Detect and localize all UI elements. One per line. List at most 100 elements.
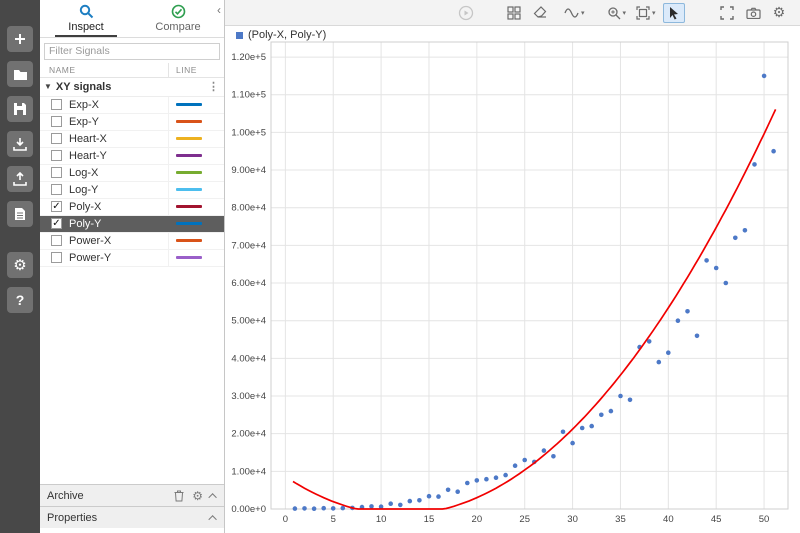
chart-legend: (Poly-X, Poly-Y) xyxy=(236,29,326,41)
trash-icon[interactable] xyxy=(174,490,184,502)
signal-row-exp-x[interactable]: Exp-X xyxy=(40,96,224,114)
check-circle-icon xyxy=(171,4,185,19)
signal-row-heart-x[interactable]: Heart-X xyxy=(40,130,224,148)
layout-grid-icon xyxy=(507,5,521,20)
signal-name: Heart-X xyxy=(69,132,107,145)
signal-checkbox[interactable] xyxy=(51,235,62,246)
signal-checkbox[interactable] xyxy=(51,99,62,110)
signal-checkbox[interactable] xyxy=(51,116,62,127)
fit-view-dropdown[interactable]: ▾ xyxy=(633,3,659,23)
signal-checkbox[interactable] xyxy=(51,167,62,178)
search-icon xyxy=(79,4,93,19)
signal-checkbox[interactable] xyxy=(51,150,62,161)
signal-line-cell xyxy=(168,181,224,198)
help-button[interactable]: ? xyxy=(7,287,33,313)
svg-text:25: 25 xyxy=(519,514,530,525)
signal-name: Exp-X xyxy=(69,98,99,111)
signal-line-cell xyxy=(168,164,224,181)
signal-checkbox[interactable]: ✓ xyxy=(51,218,62,229)
signal-line-cell xyxy=(168,113,224,130)
kebab-menu-icon[interactable]: ⋮ xyxy=(208,80,219,93)
import-button[interactable] xyxy=(7,131,33,157)
signal-row-exp-y[interactable]: Exp-Y xyxy=(40,113,224,131)
signal-row-power-y[interactable]: Power-Y xyxy=(40,249,224,267)
layout-button[interactable] xyxy=(503,3,525,23)
export-button[interactable] xyxy=(7,166,33,192)
signal-checkbox[interactable]: ✓ xyxy=(51,201,62,212)
add-button[interactable] xyxy=(7,26,33,52)
signal-group-xy-signals[interactable]: ▼ XY signals ⋮ xyxy=(40,78,224,97)
signal-name: Poly-X xyxy=(69,200,102,213)
signal-color-swatch xyxy=(176,205,202,208)
signal-row-log-y[interactable]: Log-Y xyxy=(40,181,224,199)
signal-line-cell xyxy=(168,147,224,164)
properties-bar[interactable]: Properties xyxy=(40,506,224,528)
svg-text:50: 50 xyxy=(759,514,770,525)
archive-collapse-icon[interactable] xyxy=(208,492,217,502)
svg-text:20: 20 xyxy=(472,514,483,525)
signal-color-swatch xyxy=(176,256,202,259)
help-icon: ? xyxy=(15,292,25,308)
signal-checkbox[interactable] xyxy=(51,252,62,263)
chart-canvas[interactable]: (Poly-X, Poly-Y) 0 5 10 15 20 25 30 35 40 45 50 0.0… xyxy=(225,26,800,533)
archive-bar[interactable]: Archive ⚙ xyxy=(40,484,224,506)
pointer-tool-button[interactable] xyxy=(662,2,685,23)
signal-line-cell xyxy=(168,249,224,266)
svg-text:4.00e+4: 4.00e+4 xyxy=(231,353,266,364)
gear-icon: ⚙ xyxy=(13,256,27,274)
signal-list-empty-space xyxy=(40,266,224,484)
cursor-arrow-icon xyxy=(669,6,678,19)
save-button[interactable] xyxy=(7,96,33,122)
signal-style-dropdown[interactable]: ▾ xyxy=(561,3,588,23)
chart-settings-button[interactable]: ⚙ xyxy=(768,3,790,23)
signal-row-poly-y[interactable]: ✓ Poly-Y xyxy=(40,215,224,233)
eraser-button[interactable] xyxy=(529,3,551,23)
chart-toolbar: ▾ ▾ ▾ ⚙ xyxy=(225,0,800,26)
properties-collapse-icon[interactable] xyxy=(208,514,217,524)
signal-line-cell xyxy=(168,215,224,232)
svg-text:10: 10 xyxy=(376,514,387,525)
tab-compare[interactable]: Compare xyxy=(132,0,224,37)
signal-wave-icon xyxy=(564,7,579,18)
snapshot-button[interactable] xyxy=(742,3,764,23)
signal-line-cell xyxy=(168,232,224,249)
run-button[interactable] xyxy=(455,3,477,23)
signal-row-log-x[interactable]: Log-X xyxy=(40,164,224,182)
preferences-button[interactable]: ⚙ xyxy=(7,252,33,278)
svg-text:45: 45 xyxy=(711,514,722,525)
svg-text:6.00e+4: 6.00e+4 xyxy=(231,278,266,289)
tab-inspect[interactable]: Inspect xyxy=(40,0,132,37)
tab-inspect-label: Inspect xyxy=(68,21,104,33)
xy-plot[interactable]: 0 5 10 15 20 25 30 35 40 45 50 0.00e+0 1.00e+4 2.00e+… xyxy=(225,26,800,533)
signal-row-power-x[interactable]: Power-X xyxy=(40,232,224,250)
signal-group-label: XY signals xyxy=(55,80,112,93)
fullscreen-button[interactable] xyxy=(716,3,738,23)
data-inspector-app: ⚙ ? ‹ Inspect Compare NAME LINE ▼ XY xyxy=(0,0,800,533)
open-button[interactable] xyxy=(7,61,33,87)
signal-line-cell xyxy=(168,198,224,215)
plot-area: ▾ ▾ ▾ ⚙ (Poly-X, Poly-Y) 0 5 10 15 20 25… xyxy=(225,0,800,533)
signal-color-swatch xyxy=(176,137,202,140)
signal-name: Log-X xyxy=(69,166,99,179)
archive-settings-gear-icon[interactable]: ⚙ xyxy=(192,490,203,502)
signal-checkbox[interactable] xyxy=(51,133,62,144)
signal-color-swatch xyxy=(176,188,202,191)
signal-name: Power-X xyxy=(69,234,112,247)
signal-row-heart-y[interactable]: Heart-Y xyxy=(40,147,224,165)
filter-signals-input[interactable] xyxy=(44,42,220,60)
chevron-down-icon: ▾ xyxy=(581,9,585,17)
svg-text:2.00e+4: 2.00e+4 xyxy=(231,429,266,440)
zoom-icon xyxy=(607,6,620,19)
signal-checkbox[interactable] xyxy=(51,184,62,195)
folder-icon xyxy=(13,69,27,80)
svg-text:7.00e+4: 7.00e+4 xyxy=(231,240,266,251)
svg-text:1.00e+5: 1.00e+5 xyxy=(231,127,266,138)
svg-text:15: 15 xyxy=(424,514,435,525)
signal-row-poly-x[interactable]: ✓ Poly-X xyxy=(40,198,224,216)
svg-text:0: 0 xyxy=(283,514,288,525)
tab-compare-label: Compare xyxy=(155,21,201,33)
signal-name: Log-Y xyxy=(69,183,99,196)
svg-text:1.00e+4: 1.00e+4 xyxy=(231,466,266,477)
zoom-dropdown[interactable]: ▾ xyxy=(604,3,630,23)
report-button[interactable] xyxy=(7,201,33,227)
